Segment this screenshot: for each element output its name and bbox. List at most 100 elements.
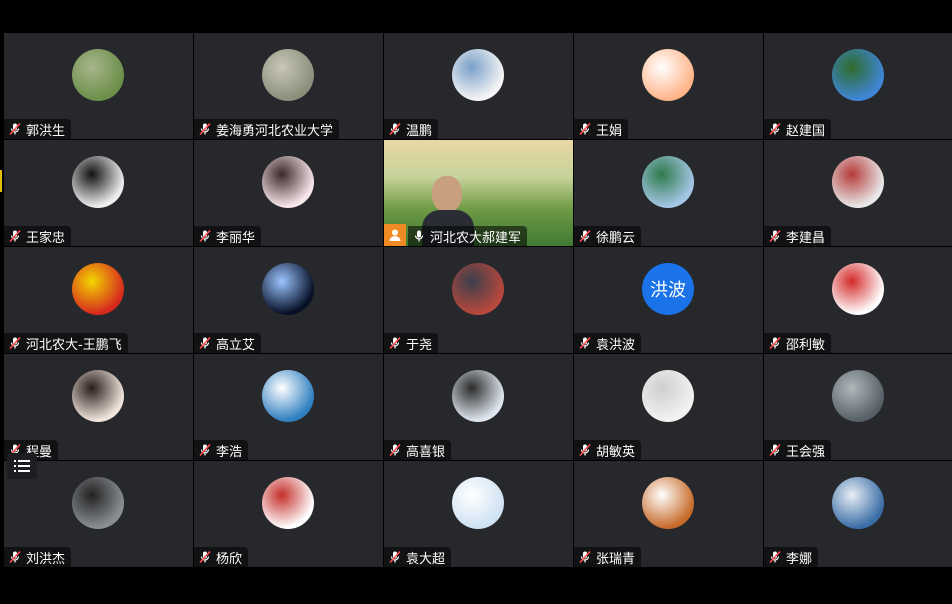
participant-grid: 郭洪生 姜海勇河北农业大学 温鹏 王娟 赵建国王家忠 李丽华 河北农大郝建军 徐鹏云 李建昌河北…: [4, 33, 952, 568]
participant-tile[interactable]: 郭洪生: [4, 33, 193, 139]
participant-tile[interactable]: 温鹏: [384, 33, 573, 139]
participant-tile[interactable]: 徐鹏云: [574, 140, 763, 246]
dessert-plate-photo: [832, 156, 884, 208]
cartoon-sketch-icon: [832, 263, 884, 315]
participant-tile[interactable]: 张瑞青: [574, 461, 763, 567]
participant-tile[interactable]: 高喜银: [384, 354, 573, 460]
mic-muted-icon: [769, 229, 781, 243]
participant-tile[interactable]: 李建昌: [764, 140, 952, 246]
participant-tile[interactable]: 姜海勇河北农业大学: [194, 33, 383, 139]
mic-muted-icon: [579, 122, 591, 136]
participant-name: 杨欣: [216, 551, 243, 567]
cloud-sky-photo: [832, 477, 884, 529]
mic-muted-icon: [769, 443, 781, 457]
mic-muted-icon: [769, 336, 781, 350]
mic-muted-icon: [579, 336, 591, 350]
mic-muted-icon: [579, 443, 591, 457]
participant-name: 于尧: [406, 337, 433, 353]
blue-sea-photo: [262, 370, 314, 422]
name-label: 姜海勇河北农业大学: [194, 119, 340, 139]
cartoon-man-glasses-icon: [72, 477, 124, 529]
terraced-fields-photo: [72, 49, 124, 101]
name-label: 袁大超: [384, 547, 452, 567]
participant-tile[interactable]: 赵建国: [764, 33, 952, 139]
name-label: 王会强: [764, 440, 832, 460]
person-icon: [389, 229, 401, 241]
mic-on-icon: [414, 230, 424, 242]
participant-name: 袁洪波: [596, 337, 636, 353]
participant-tile[interactable]: 李丽华: [194, 140, 383, 246]
participant-tile[interactable]: 程曼: [4, 354, 193, 460]
video-tile[interactable]: 河北农大郝建军: [384, 140, 573, 246]
participant-tile[interactable]: 王会强: [764, 354, 952, 460]
participant-name: 胡敏英: [596, 444, 636, 460]
text-avatar: 洪波: [642, 263, 694, 315]
participant-tile[interactable]: 李娜: [764, 461, 952, 567]
host-badge: [384, 224, 406, 246]
participant-name: 王会强: [786, 444, 826, 460]
mic-muted-icon: [9, 122, 21, 136]
participant-name: 李浩: [216, 444, 243, 460]
mic-muted-icon: [9, 550, 21, 564]
name-label: 邵利敏: [764, 333, 832, 353]
participant-tile[interactable]: 于尧: [384, 247, 573, 353]
name-label: 张瑞青: [574, 547, 642, 567]
participant-tile[interactable]: 李浩: [194, 354, 383, 460]
lighthouse-photo: [642, 156, 694, 208]
branch-bird-photo: [262, 49, 314, 101]
participant-name: 李娜: [786, 551, 813, 567]
name-label: 郭洪生: [4, 119, 72, 139]
woman-portrait-photo: [72, 370, 124, 422]
running-figure-icon: [72, 156, 124, 208]
china-flag-sphere: [72, 263, 124, 315]
mic-muted-icon: [199, 336, 211, 350]
participant-tile[interactable]: 邵利敏: [764, 247, 952, 353]
participant-name: 高喜银: [406, 444, 446, 460]
mic-muted-icon: [579, 229, 591, 243]
participant-name: 刘洪杰: [26, 551, 66, 567]
mic-muted-icon: [9, 229, 21, 243]
participant-tile[interactable]: 王娟: [574, 33, 763, 139]
participant-tile[interactable]: 王家忠: [4, 140, 193, 246]
name-label: 李浩: [194, 440, 249, 460]
participant-tile[interactable]: 河北农大-王鹏飞: [4, 247, 193, 353]
mic-muted-icon: [199, 122, 211, 136]
name-label: 于尧: [384, 333, 439, 353]
participant-name: 王娟: [596, 123, 623, 139]
name-label: 杨欣: [194, 547, 249, 567]
participant-name: 河北农大-王鹏飞: [26, 337, 122, 353]
participant-name: 高立艾: [216, 337, 256, 353]
name-label: 河北农大-王鹏飞: [4, 333, 128, 353]
participant-tile[interactable]: 杨欣: [194, 461, 383, 567]
mic-muted-icon: [199, 443, 211, 457]
name-label: 高立艾: [194, 333, 262, 353]
name-label: 李娜: [764, 547, 819, 567]
building-photo: [452, 263, 504, 315]
participant-tile[interactable]: 高立艾: [194, 247, 383, 353]
name-label: 胡敏英: [574, 440, 642, 460]
mic-muted-icon: [769, 122, 781, 136]
list-menu-icon: [14, 460, 30, 472]
participant-name: 李丽华: [216, 230, 256, 246]
name-label: 赵建国: [764, 119, 832, 139]
participant-name: 袁大超: [406, 551, 446, 567]
mic-muted-icon: [389, 122, 401, 136]
mic-muted-icon: [769, 550, 781, 564]
participant-tile[interactable]: 袁大超: [384, 461, 573, 567]
participant-tile[interactable]: 洪波袁洪波: [574, 247, 763, 353]
name-label: 王娟: [574, 119, 629, 139]
participant-name: 邵利敏: [786, 337, 826, 353]
name-label: 高喜银: [384, 440, 452, 460]
mic-muted-icon: [579, 550, 591, 564]
list-menu-button[interactable]: [7, 453, 37, 479]
participant-name: 姜海勇河北农业大学: [216, 123, 334, 139]
mic-muted-icon: [199, 229, 211, 243]
cartoon-bunny-icon: [642, 49, 694, 101]
participant-name: 郭洪生: [26, 123, 66, 139]
cartoon-animals-icon: [452, 49, 504, 101]
blue-sky-photo: [832, 49, 884, 101]
participant-tile[interactable]: 胡敏英: [574, 354, 763, 460]
participant-name: 温鹏: [406, 123, 433, 139]
participant-name: 赵建国: [786, 123, 826, 139]
cartoon-car-icon: [262, 477, 314, 529]
